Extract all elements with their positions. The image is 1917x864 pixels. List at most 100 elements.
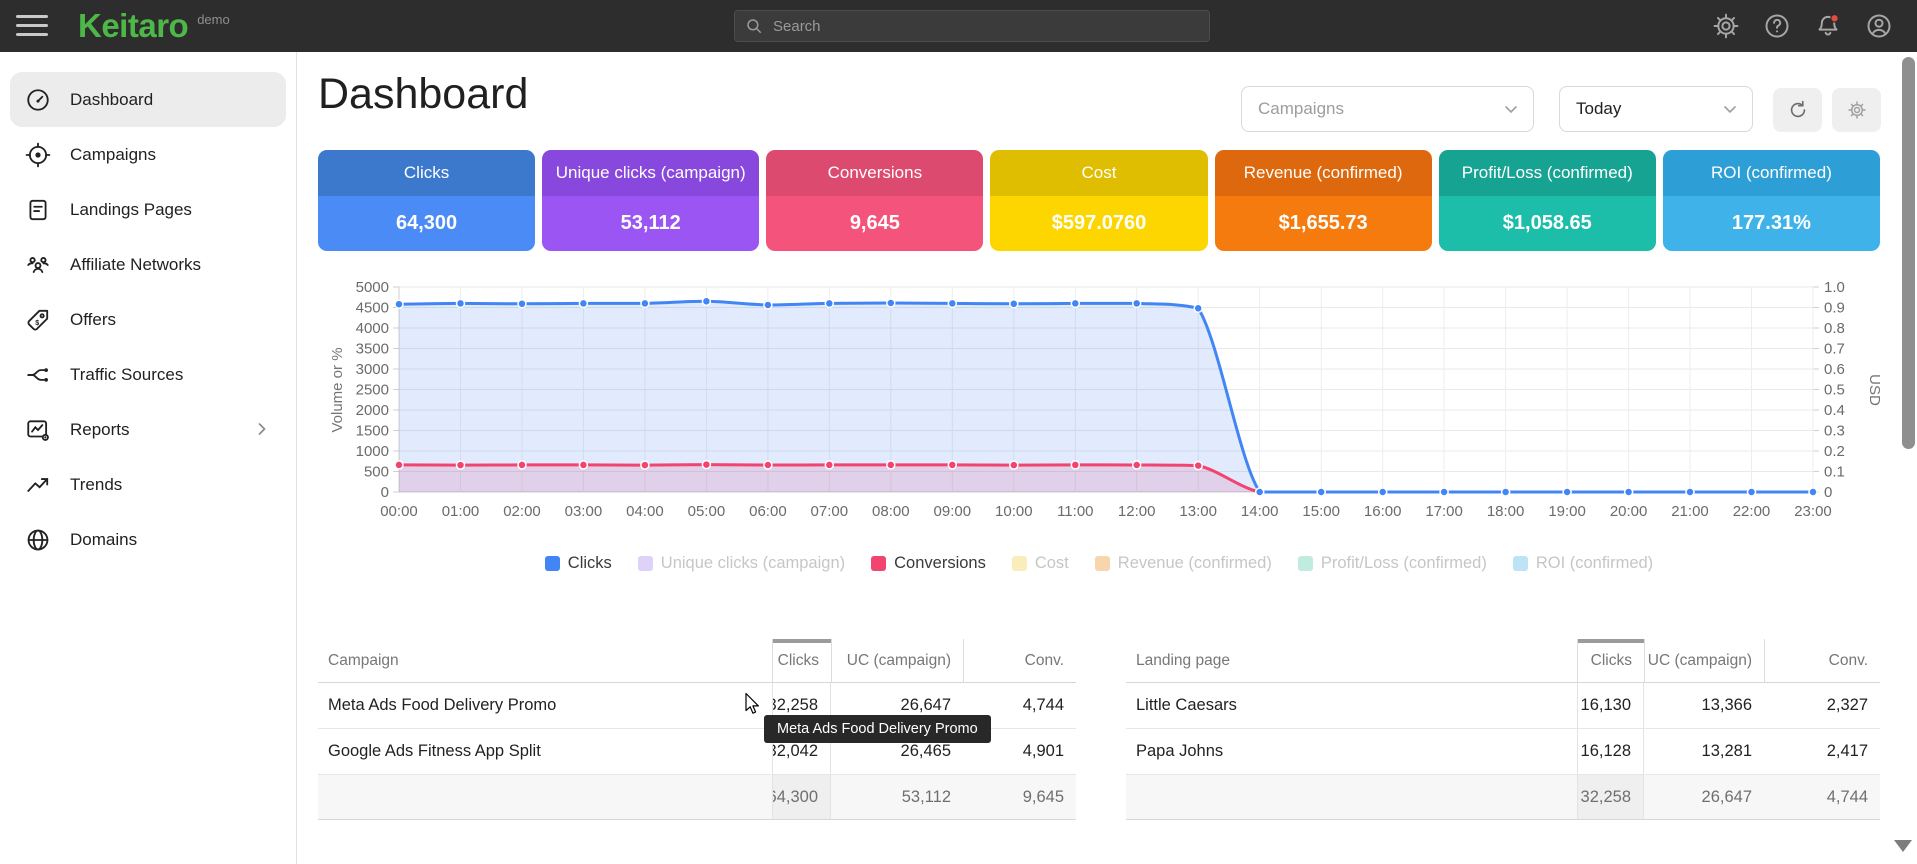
svg-text:0.6: 0.6 [1824, 361, 1845, 378]
kpi-card-value: 53,112 [542, 196, 759, 251]
table-cell: 2,417 [1764, 729, 1880, 774]
table-cell [318, 775, 772, 819]
daterange-select-value: Today [1576, 99, 1621, 119]
kpi-card-cost[interactable]: Cost$597.0760 [990, 150, 1207, 251]
svg-text:0.4: 0.4 [1824, 402, 1845, 419]
kpi-card-clicks[interactable]: Clicks64,300 [318, 150, 535, 251]
table-row[interactable]: Papa Johns16,12813,2812,417 [1126, 729, 1880, 775]
timeseries-chart[interactable]: 005000.110000.215000.320000.425000.53000… [318, 272, 1880, 532]
table-cell: 13,366 [1644, 683, 1764, 728]
kpi-card-value: 64,300 [318, 196, 535, 251]
table-cell: 4,744 [1764, 775, 1880, 819]
sidebar-item-label: Domains [70, 530, 137, 550]
dashboard-icon [25, 87, 51, 113]
kpi-card-unique-clicks-campaign[interactable]: Unique clicks (campaign)53,112 [542, 150, 759, 251]
column-header-uc-campaign[interactable]: UC (campaign) [831, 639, 963, 682]
sidebar-item-label: Affiliate Networks [70, 255, 201, 275]
svg-text:14:00: 14:00 [1241, 503, 1279, 520]
sidebar-item-label: Landings Pages [70, 200, 192, 220]
table-cell: 2,327 [1764, 683, 1880, 728]
kpi-card-value: 177.31% [1663, 196, 1880, 251]
sidebar-item-label: Offers [70, 310, 116, 330]
sidebar-item-dashboard[interactable]: Dashboard [10, 72, 286, 127]
search-input[interactable] [771, 17, 1209, 36]
sidebar-item-trends[interactable]: Trends [0, 457, 296, 512]
table-cell: 32,258 [1577, 775, 1644, 819]
svg-text:0.5: 0.5 [1824, 382, 1845, 399]
table-row[interactable]: Little Caesars16,13013,3662,327 [1126, 683, 1880, 729]
legend-item-unique-clicks-campaign[interactable]: Unique clicks (campaign) [638, 554, 845, 573]
sidebar-item-reports[interactable]: Reports [0, 402, 296, 457]
svg-text:3000: 3000 [356, 361, 389, 378]
column-header-landing-page[interactable]: Landing page [1126, 639, 1577, 682]
svg-text:0: 0 [1824, 484, 1832, 501]
legend-item-revenue-confirmed[interactable]: Revenue (confirmed) [1095, 554, 1272, 573]
landings-icon [25, 197, 51, 223]
table-cell: 16,128 [1577, 729, 1644, 774]
legend-item-conversions[interactable]: Conversions [871, 554, 986, 573]
affiliate-icon [25, 252, 51, 278]
user-account-icon[interactable] [1865, 12, 1893, 40]
domains-icon [25, 527, 51, 553]
table-cell: 53,112 [831, 775, 963, 819]
table-header-row: CampaignClicksUC (campaign)Conv. [318, 639, 1076, 683]
sidebar-item-label: Traffic Sources [70, 365, 183, 385]
legend-item-roi-confirmed[interactable]: ROI (confirmed) [1513, 554, 1653, 573]
table-cell: 16,130 [1577, 683, 1644, 728]
sidebar-item-campaigns[interactable]: Campaigns [0, 127, 296, 182]
svg-text:10:00: 10:00 [995, 503, 1033, 520]
kpi-card-roi-confirmed[interactable]: ROI (confirmed)177.31% [1663, 150, 1880, 251]
dashboard-settings-button[interactable] [1832, 88, 1881, 132]
svg-text:16:00: 16:00 [1364, 503, 1402, 520]
svg-text:17:00: 17:00 [1425, 503, 1463, 520]
kpi-card-profit-loss-confirmed[interactable]: Profit/Loss (confirmed)$1,058.65 [1439, 150, 1656, 251]
settings-gear-icon[interactable] [1712, 12, 1740, 40]
sidebar-item-domains[interactable]: Domains [0, 512, 296, 567]
column-header-clicks[interactable]: Clicks [1577, 639, 1644, 682]
column-header-clicks[interactable]: Clicks [772, 639, 831, 682]
kpi-card-revenue-confirmed[interactable]: Revenue (confirmed)$1,655.73 [1215, 150, 1432, 251]
legend-swatch [1095, 556, 1110, 571]
sidebar-item-offers[interactable]: $ Offers [0, 292, 296, 347]
svg-text:0.8: 0.8 [1824, 320, 1845, 337]
sidebar-item-landings-pages[interactable]: Landings Pages [0, 182, 296, 237]
svg-text:22:00: 22:00 [1733, 503, 1771, 520]
keitaro-logo[interactable]: Keitaro [78, 6, 188, 46]
column-header-conv[interactable]: Conv. [1764, 639, 1880, 682]
column-header-uc-campaign[interactable]: UC (campaign) [1644, 639, 1764, 682]
kpi-card-label: Profit/Loss (confirmed) [1439, 150, 1656, 196]
mouse-cursor [740, 692, 764, 716]
svg-text:18:00: 18:00 [1487, 503, 1525, 520]
legend-item-profit-loss-confirmed[interactable]: Profit/Loss (confirmed) [1298, 554, 1487, 573]
table-totals-row: 64,30053,1129,645 [318, 775, 1076, 820]
table-cell: Google Ads Fitness App Split [318, 729, 772, 774]
hamburger-menu-icon[interactable] [16, 15, 48, 37]
sidebar-item-affiliate-networks[interactable]: Affiliate Networks [0, 237, 296, 292]
column-header-campaign[interactable]: Campaign [318, 639, 772, 682]
svg-text:5000: 5000 [356, 279, 389, 296]
sidebar-item-traffic-sources[interactable]: Traffic Sources [0, 347, 296, 402]
legend-item-cost[interactable]: Cost [1012, 554, 1069, 573]
svg-text:0.7: 0.7 [1824, 341, 1845, 358]
grouping-select[interactable]: Campaigns [1241, 86, 1534, 132]
kpi-card-label: ROI (confirmed) [1663, 150, 1880, 196]
svg-text:1000: 1000 [356, 443, 389, 460]
offers-icon: $ [25, 307, 51, 333]
legend-item-clicks[interactable]: Clicks [545, 554, 612, 573]
help-icon[interactable] [1763, 12, 1791, 40]
svg-text:07:00: 07:00 [811, 503, 849, 520]
scrollbar-thumb[interactable] [1902, 57, 1915, 449]
legend-label: Clicks [568, 554, 612, 573]
daterange-select[interactable]: Today [1559, 86, 1753, 132]
grouping-select-value: Campaigns [1258, 99, 1344, 119]
svg-text:12:00: 12:00 [1118, 503, 1156, 520]
refresh-button[interactable] [1773, 88, 1822, 132]
kpi-card-conversions[interactable]: Conversions9,645 [766, 150, 983, 251]
column-header-conv[interactable]: Conv. [963, 639, 1076, 682]
notifications-bell-icon[interactable] [1814, 12, 1842, 40]
refresh-icon [1787, 99, 1809, 121]
table-cell: Meta Ads Food Delivery Promo [318, 683, 772, 728]
table-cell: Little Caesars [1126, 683, 1577, 728]
svg-text:Volume or %: Volume or % [329, 347, 346, 432]
scroll-down-arrow-icon[interactable] [1894, 840, 1912, 852]
